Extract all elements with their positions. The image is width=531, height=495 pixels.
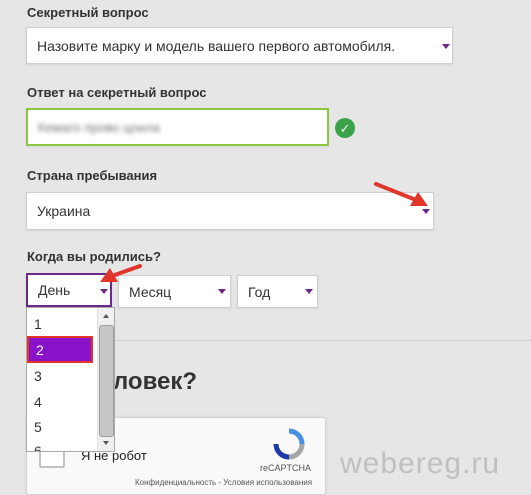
chevron-down-icon <box>218 289 226 294</box>
day-select[interactable]: День <box>26 273 112 307</box>
country-select[interactable]: Украина <box>26 192 434 230</box>
day-option-4[interactable]: 4 <box>34 394 42 410</box>
chevron-down-icon <box>100 289 108 294</box>
scroll-down-icon[interactable] <box>103 441 109 445</box>
year-value: Год <box>248 283 271 300</box>
day-option-1[interactable]: 1 <box>34 316 42 332</box>
secret-question-select[interactable]: Назовите марку и модель вашего первого а… <box>26 27 453 64</box>
recaptcha-links[interactable]: Конфиденциальность - Условия использован… <box>135 478 312 487</box>
day-dropdown-list: 1 3 4 5 6 2 <box>26 307 115 452</box>
recaptcha-brand: reCAPTCHA <box>260 463 312 473</box>
year-select[interactable]: Год <box>237 275 318 308</box>
secret-question-label: Секретный вопрос <box>27 5 149 20</box>
secret-answer-label: Ответ на секретный вопрос <box>27 85 207 100</box>
country-value: Украина <box>37 203 91 219</box>
day-option-3[interactable]: 3 <box>34 368 42 384</box>
secret-answer-value: Кемаго прово цоила <box>38 119 160 135</box>
month-select[interactable]: Месяц <box>118 275 231 308</box>
country-label: Страна пребывания <box>27 168 158 183</box>
secret-question-value: Назовите марку и модель вашего первого а… <box>37 37 396 54</box>
chevron-down-icon <box>422 209 430 214</box>
watermark-text: webereg.ru <box>340 447 501 480</box>
month-value: Месяц <box>129 283 172 300</box>
day-value: День <box>38 282 71 298</box>
scrollbar-thumb[interactable] <box>99 325 114 437</box>
chevron-down-icon <box>305 289 313 294</box>
day-option-2: 2 <box>36 341 44 358</box>
scroll-up-icon[interactable] <box>103 314 109 318</box>
captcha-heading: ловек? <box>113 368 198 395</box>
check-circle-icon: ✓ <box>335 118 355 138</box>
day-option-6[interactable]: 6 <box>34 443 42 451</box>
day-option-5[interactable]: 5 <box>34 419 42 435</box>
dropdown-scrollbar[interactable] <box>97 308 114 451</box>
day-option-2-highlighted[interactable]: 2 <box>27 336 93 363</box>
recaptcha-logo-icon <box>273 428 305 460</box>
birth-date-label: Когда вы родились? <box>27 249 161 264</box>
chevron-down-icon <box>442 44 450 49</box>
secret-answer-input[interactable]: Кемаго прово цоила <box>26 108 329 146</box>
